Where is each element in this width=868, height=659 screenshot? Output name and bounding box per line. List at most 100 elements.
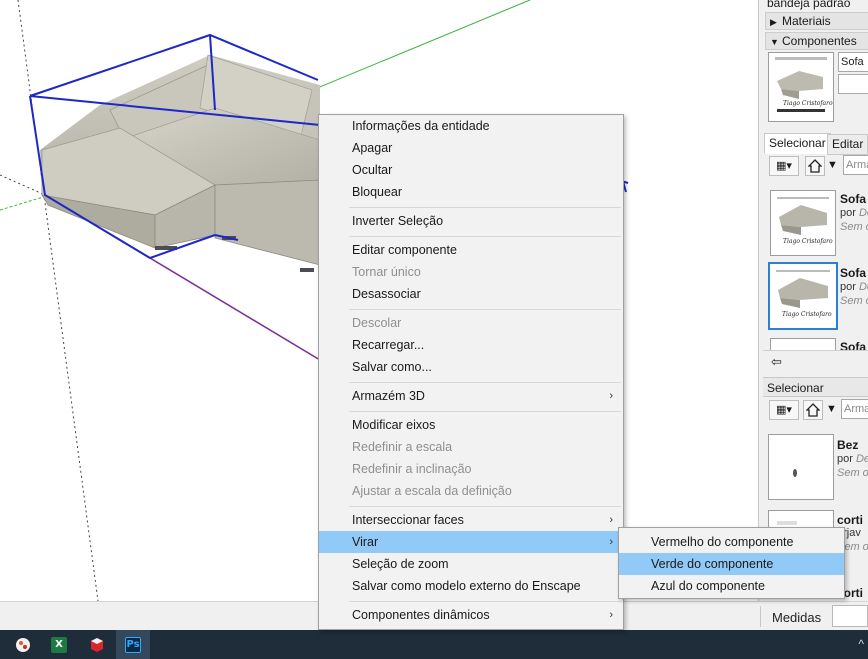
svg-text:Tiago Cristofaro: Tiago Cristofaro bbox=[783, 238, 833, 245]
nav-dropdown-button[interactable]: ▼ bbox=[826, 156, 839, 176]
sketchup-icon bbox=[91, 637, 103, 652]
materials-header-label: Materiais bbox=[782, 14, 831, 28]
taskbar-app-paint[interactable] bbox=[6, 630, 40, 659]
search-input[interactable]: Arma bbox=[843, 155, 868, 175]
submenu-item-component-blue[interactable]: Azul do componente bbox=[619, 575, 844, 597]
menu-item-dynamic-components[interactable]: Componentes dinâmicos › bbox=[319, 604, 623, 626]
second-select-header[interactable]: Selecionar bbox=[763, 377, 868, 397]
menu-item-intersect-faces[interactable]: Interseccionar faces › bbox=[319, 509, 623, 531]
black-axis-line bbox=[17, 0, 99, 601]
menu-item-save-as[interactable]: Salvar como... bbox=[319, 356, 623, 378]
component-description-field[interactable] bbox=[838, 74, 868, 94]
view-options-icon: ▦▾ bbox=[776, 404, 792, 416]
menu-item-explode[interactable]: Desassociar bbox=[319, 283, 623, 305]
menu-item-erase[interactable]: Apagar bbox=[319, 137, 623, 159]
menu-item-save-enscape-proxy[interactable]: Salvar como modelo externo do Enscape bbox=[319, 575, 623, 597]
taskbar-app-sketchup[interactable] bbox=[80, 630, 114, 659]
component-preview: Tiago Cristofaro bbox=[768, 52, 834, 122]
submenu-item-component-red[interactable]: Vermelho do componente bbox=[619, 531, 844, 553]
tab-edit[interactable]: Editar bbox=[827, 134, 868, 155]
sofa-foot bbox=[300, 268, 314, 272]
measurements-input[interactable] bbox=[832, 605, 868, 627]
status-divider bbox=[760, 606, 761, 627]
author-prefix: por bbox=[840, 207, 856, 219]
submenu-arrow-icon: › bbox=[609, 514, 613, 526]
result-thumbnail-selected[interactable]: Tiago Cristofaro bbox=[768, 262, 838, 330]
menu-item-intersect-faces-label: Interseccionar faces bbox=[352, 513, 464, 527]
search-input-2[interactable]: Arma bbox=[841, 399, 868, 419]
context-menu: Informações da entidade Apagar Ocultar B… bbox=[318, 114, 624, 630]
menu-item-edit-component[interactable]: Editar componente bbox=[319, 239, 623, 261]
author-prefix: por bbox=[837, 453, 853, 465]
result-thumbnail[interactable] bbox=[768, 434, 834, 500]
paint-app-icon bbox=[16, 637, 30, 652]
menu-item-reset-skew: Redefinir a inclinação bbox=[352, 462, 472, 476]
menu-item-flip-along-label: Virar bbox=[352, 535, 379, 549]
menu-item-3d-warehouse-label: Armazém 3D bbox=[352, 389, 425, 403]
menu-item-unglue: Descolar bbox=[352, 316, 402, 330]
menu-item-scale-definition: Ajustar a escala da definição bbox=[352, 484, 512, 498]
result-author: por De bbox=[840, 281, 868, 293]
excel-icon: X bbox=[51, 636, 67, 653]
result-status: Sem o bbox=[840, 295, 868, 307]
result-name[interactable]: Sofa bbox=[840, 266, 866, 280]
result-name[interactable]: corti bbox=[837, 513, 863, 527]
home-button-2[interactable] bbox=[803, 400, 823, 420]
taskbar-app-excel[interactable]: X bbox=[42, 630, 76, 659]
windows-taskbar: X Ps ^ bbox=[0, 630, 868, 659]
sofa-model bbox=[40, 54, 321, 272]
black-axis-line bbox=[0, 174, 46, 196]
home-icon bbox=[805, 403, 821, 417]
svg-text:Tiago Cristofaro: Tiago Cristofaro bbox=[782, 311, 832, 318]
menu-item-reload[interactable]: Recarregar... bbox=[319, 334, 623, 356]
menu-separator bbox=[349, 601, 621, 602]
result-name[interactable]: Sofa bbox=[840, 192, 866, 206]
result-thumbnail[interactable] bbox=[770, 338, 836, 350]
menu-item-zoom-selection[interactable]: Seleção de zoom bbox=[319, 553, 623, 575]
submenu-arrow-icon: › bbox=[609, 536, 613, 548]
tray-title-cut: bandeja padrão bbox=[767, 0, 851, 10]
home-icon bbox=[807, 159, 823, 173]
menu-separator bbox=[349, 411, 621, 412]
chevron-down-icon: ▼ bbox=[827, 159, 838, 171]
menu-item-dynamic-components-label: Componentes dinâmicos bbox=[352, 608, 490, 622]
taskbar-app-photoshop[interactable]: Ps bbox=[116, 630, 150, 659]
home-button[interactable] bbox=[805, 156, 825, 176]
submenu-arrow-icon: › bbox=[609, 390, 613, 402]
menu-item-3d-warehouse[interactable]: Armazém 3D › bbox=[319, 385, 623, 407]
menu-item-change-axes[interactable]: Modificar eixos bbox=[319, 414, 623, 436]
menu-item-make-unique: Tornar único bbox=[352, 265, 421, 279]
menu-item-lock[interactable]: Bloquear bbox=[319, 181, 623, 203]
view-options-button[interactable]: ▦▾ bbox=[769, 156, 799, 176]
menu-separator bbox=[349, 506, 621, 507]
nav-bar: ⇦ bbox=[763, 350, 868, 374]
menu-item-entity-info[interactable]: Informações da entidade bbox=[319, 115, 623, 137]
component-name-field[interactable]: Sofa bbox=[838, 52, 868, 72]
menu-item-hide[interactable]: Ocultar bbox=[319, 159, 623, 181]
second-select-label: Selecionar bbox=[767, 381, 824, 395]
components-header-label: Componentes bbox=[782, 34, 857, 48]
arrow-left-icon[interactable]: ⇦ bbox=[771, 354, 782, 370]
green-axis-line bbox=[0, 194, 51, 211]
default-tray-panel: bandeja padrão ▶ Materiais ▼ Componentes T… bbox=[758, 0, 868, 601]
chevron-down-icon: ▼ bbox=[826, 403, 837, 415]
author-name: De bbox=[855, 453, 868, 465]
tab-select[interactable]: Selecionar bbox=[764, 133, 831, 154]
view-options-icon: ▦▾ bbox=[776, 160, 792, 172]
nav-dropdown-button-2[interactable]: ▼ bbox=[825, 400, 838, 420]
menu-item-flip-along[interactable]: Virar › bbox=[319, 531, 623, 553]
menu-item-invert-selection[interactable]: Inverter Seleção bbox=[319, 210, 623, 232]
materials-section-header[interactable]: ▶ Materiais bbox=[765, 12, 868, 30]
menu-separator bbox=[349, 382, 621, 383]
submenu-item-component-green[interactable]: Verde do componente bbox=[619, 553, 844, 575]
components-section-header[interactable]: ▼ Componentes bbox=[765, 32, 868, 50]
view-options-button-2[interactable]: ▦▾ bbox=[769, 400, 799, 420]
submenu-arrow-icon: › bbox=[609, 609, 613, 621]
menu-separator bbox=[349, 309, 621, 310]
result-name[interactable]: Bez bbox=[837, 438, 858, 452]
result-thumbnail[interactable]: Tiago Cristofaro bbox=[770, 190, 836, 256]
author-name: De bbox=[858, 281, 868, 293]
photoshop-icon: Ps bbox=[125, 636, 141, 653]
expand-triangle-icon: ▶ bbox=[770, 17, 777, 27]
tray-chevron-icon[interactable]: ^ bbox=[858, 637, 864, 651]
